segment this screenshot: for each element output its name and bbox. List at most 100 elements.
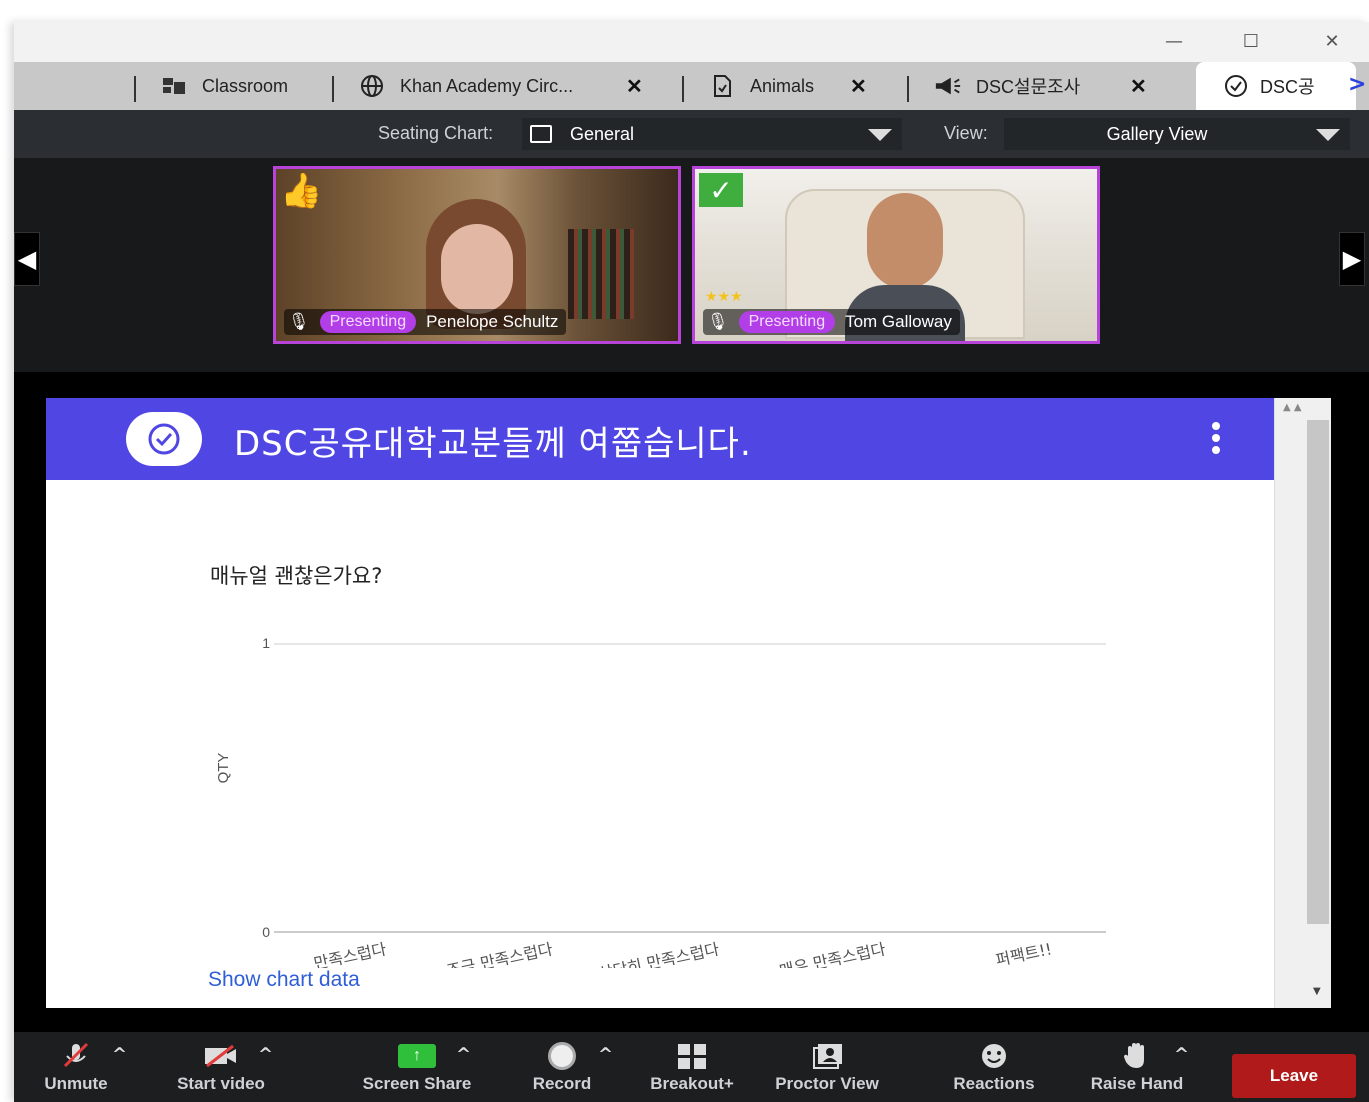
screen-share-label: Screen Share [362, 1074, 472, 1093]
bar-chart: QTY 1 0 만족스럽다 조금 만족스럽다 상당히 만족스럽다 매우 만족스럽다 퍼팩… [215, 635, 1106, 968]
record-icon [542, 1042, 582, 1070]
y-tick-label: 1 [262, 635, 270, 651]
tab-separator [682, 76, 684, 102]
scroll-up-icon[interactable]: ▲ ▲ [1283, 402, 1302, 413]
seating-chart-select[interactable]: General [522, 118, 902, 150]
check-circle-icon [1222, 74, 1250, 98]
screen-share-icon: ↑ [397, 1042, 437, 1070]
record-button[interactable]: Record [522, 1032, 602, 1102]
chevron-down-icon [868, 129, 892, 141]
survey-panel: DSC공유대학교분들께 여쭙습니다. ▲ ▲ ▼ 매뉴얼 괜찮은가요? QTY … [46, 398, 1331, 1008]
chevron-up-icon[interactable]: ^ [598, 1044, 613, 1065]
show-chart-data-link[interactable]: Show chart data [208, 968, 360, 992]
x-tick-label: 만족스럽다 [312, 939, 388, 968]
x-tick-label: 매우 만족스럽다 [778, 939, 888, 968]
stars-icon: ★★★ [705, 289, 743, 305]
check-circle-icon [126, 412, 202, 466]
tab-dsc-survey[interactable]: DSC설문조사 ✕ [934, 62, 1164, 110]
unmute-button[interactable]: Unmute [36, 1032, 116, 1102]
proctor-view-icon [807, 1042, 847, 1070]
scrollbar-thumb[interactable] [1307, 420, 1329, 924]
chevron-up-icon[interactable]: ^ [258, 1044, 273, 1065]
record-label: Record [532, 1074, 592, 1093]
tab-separator [134, 76, 136, 102]
video-off-icon [201, 1042, 241, 1070]
smiley-icon [974, 1042, 1014, 1070]
proctor-view-label: Proctor View [775, 1074, 879, 1093]
tab-animals[interactable]: Animals ✕ [708, 62, 898, 110]
scroll-down-icon[interactable]: ▼ [1313, 986, 1321, 997]
close-tab-icon[interactable]: ✕ [626, 74, 643, 99]
globe-icon [358, 74, 386, 98]
video-tile-tom[interactable]: ✓ ★★★ 🎙 Presenting Tom Galloway [692, 166, 1100, 344]
tab-separator [332, 76, 334, 102]
reactions-button[interactable]: Reactions [944, 1032, 1044, 1102]
minimize-icon[interactable]: — [1154, 28, 1194, 56]
seating-chart-label: Seating Chart: [378, 123, 494, 143]
maximize-icon[interactable]: ☐ [1231, 28, 1271, 56]
breakout-button[interactable]: Breakout+ [642, 1032, 742, 1102]
video-tile-penelope[interactable]: 👍 🎙 Presenting Penelope Schultz [273, 166, 681, 344]
proctor-view-button[interactable]: Proctor View [764, 1032, 890, 1102]
close-window-icon[interactable]: ✕ [1312, 28, 1352, 56]
hand-icon [1117, 1042, 1157, 1070]
check-icon: ✓ [699, 173, 743, 207]
y-tick-label: 0 [262, 924, 270, 940]
muted-microphone-icon [56, 1042, 96, 1070]
participant-label: 🎙 Presenting Penelope Schultz [284, 309, 567, 335]
document-icon [708, 74, 736, 98]
tab-bar: Classroom Khan Academy Circ... ✕ Animals… [14, 62, 1369, 110]
next-page-icon[interactable]: ▶ [1339, 232, 1365, 286]
seating-chart-value: General [570, 123, 635, 144]
raise-hand-label: Raise Hand [1090, 1074, 1184, 1093]
presenting-badge: Presenting [319, 311, 417, 333]
x-tick-label: 상당히 만족스럽다 [597, 939, 721, 968]
raise-hand-button[interactable]: Raise Hand [1080, 1032, 1194, 1102]
chevron-up-icon[interactable]: ^ [1174, 1044, 1189, 1065]
title-bar: — ☐ ✕ [14, 22, 1369, 62]
more-options-icon[interactable] [1206, 422, 1226, 458]
tab-dsc-active[interactable]: DSC공 [1196, 62, 1356, 110]
view-select[interactable]: Gallery View [1004, 118, 1350, 150]
megaphone-icon [934, 74, 962, 98]
participant-name: Penelope Schultz [426, 312, 559, 331]
x-tick-label: 퍼팩트!! [994, 939, 1054, 968]
prev-page-icon[interactable]: ◀ [14, 232, 40, 286]
survey-header: DSC공유대학교분들께 여쭙습니다. [46, 398, 1274, 480]
chevron-up-icon[interactable]: ^ [456, 1044, 471, 1065]
tab-scroll-right-icon[interactable]: > [1348, 72, 1366, 97]
scrollbar[interactable]: ▲ ▲ ▼ [1274, 398, 1331, 1008]
tab-separator [907, 76, 909, 102]
reactions-label: Reactions [953, 1074, 1035, 1093]
classroom-icon [160, 74, 188, 98]
shared-app-area: DSC공유대학교분들께 여쭙습니다. ▲ ▲ ▼ 매뉴얼 괜찮은가요? QTY … [14, 372, 1369, 1032]
seating-bar: Seating Chart: General View: Gallery Vie… [14, 110, 1369, 158]
survey-title: DSC공유대학교분들께 여쭙습니다. [234, 424, 752, 464]
chevron-up-icon[interactable]: ^ [112, 1044, 127, 1065]
breakout-label: Breakout+ [650, 1074, 734, 1093]
tab-label: Animals [750, 75, 815, 96]
tab-label: Classroom [202, 75, 289, 96]
thumbs-up-icon: 👍 [280, 171, 323, 211]
screen-share-button[interactable]: ↑ Screen Share [352, 1032, 482, 1102]
tab-classroom[interactable]: Classroom [160, 62, 288, 110]
start-video-label: Start video [177, 1074, 265, 1093]
unmute-label: Unmute [44, 1074, 108, 1093]
tab-label: DSC공 [1260, 77, 1315, 97]
question-text: 매뉴얼 괜찮은가요? [210, 564, 383, 588]
close-tab-icon[interactable]: ✕ [850, 74, 867, 99]
breakout-rooms-icon [672, 1042, 712, 1070]
close-tab-icon[interactable]: ✕ [1130, 74, 1147, 99]
y-axis-label: QTY [215, 753, 232, 784]
x-tick-label: 조금 만족스럽다 [445, 939, 555, 968]
microphone-icon: 🎙 [288, 312, 310, 331]
tab-khan-academy[interactable]: Khan Academy Circ... ✕ [358, 62, 658, 110]
leave-button[interactable]: Leave [1232, 1054, 1356, 1098]
start-video-button[interactable]: Start video [166, 1032, 276, 1102]
microphone-icon: 🎙 [707, 312, 729, 331]
chevron-down-icon [1316, 129, 1340, 141]
view-value: Gallery View [1106, 123, 1208, 144]
seating-chart-icon [530, 125, 552, 143]
video-strip: ◀ 👍 🎙 Presenting Penelope Schultz ✓ ★★★ [14, 158, 1369, 372]
tab-label: Khan Academy Circ... [400, 75, 574, 96]
